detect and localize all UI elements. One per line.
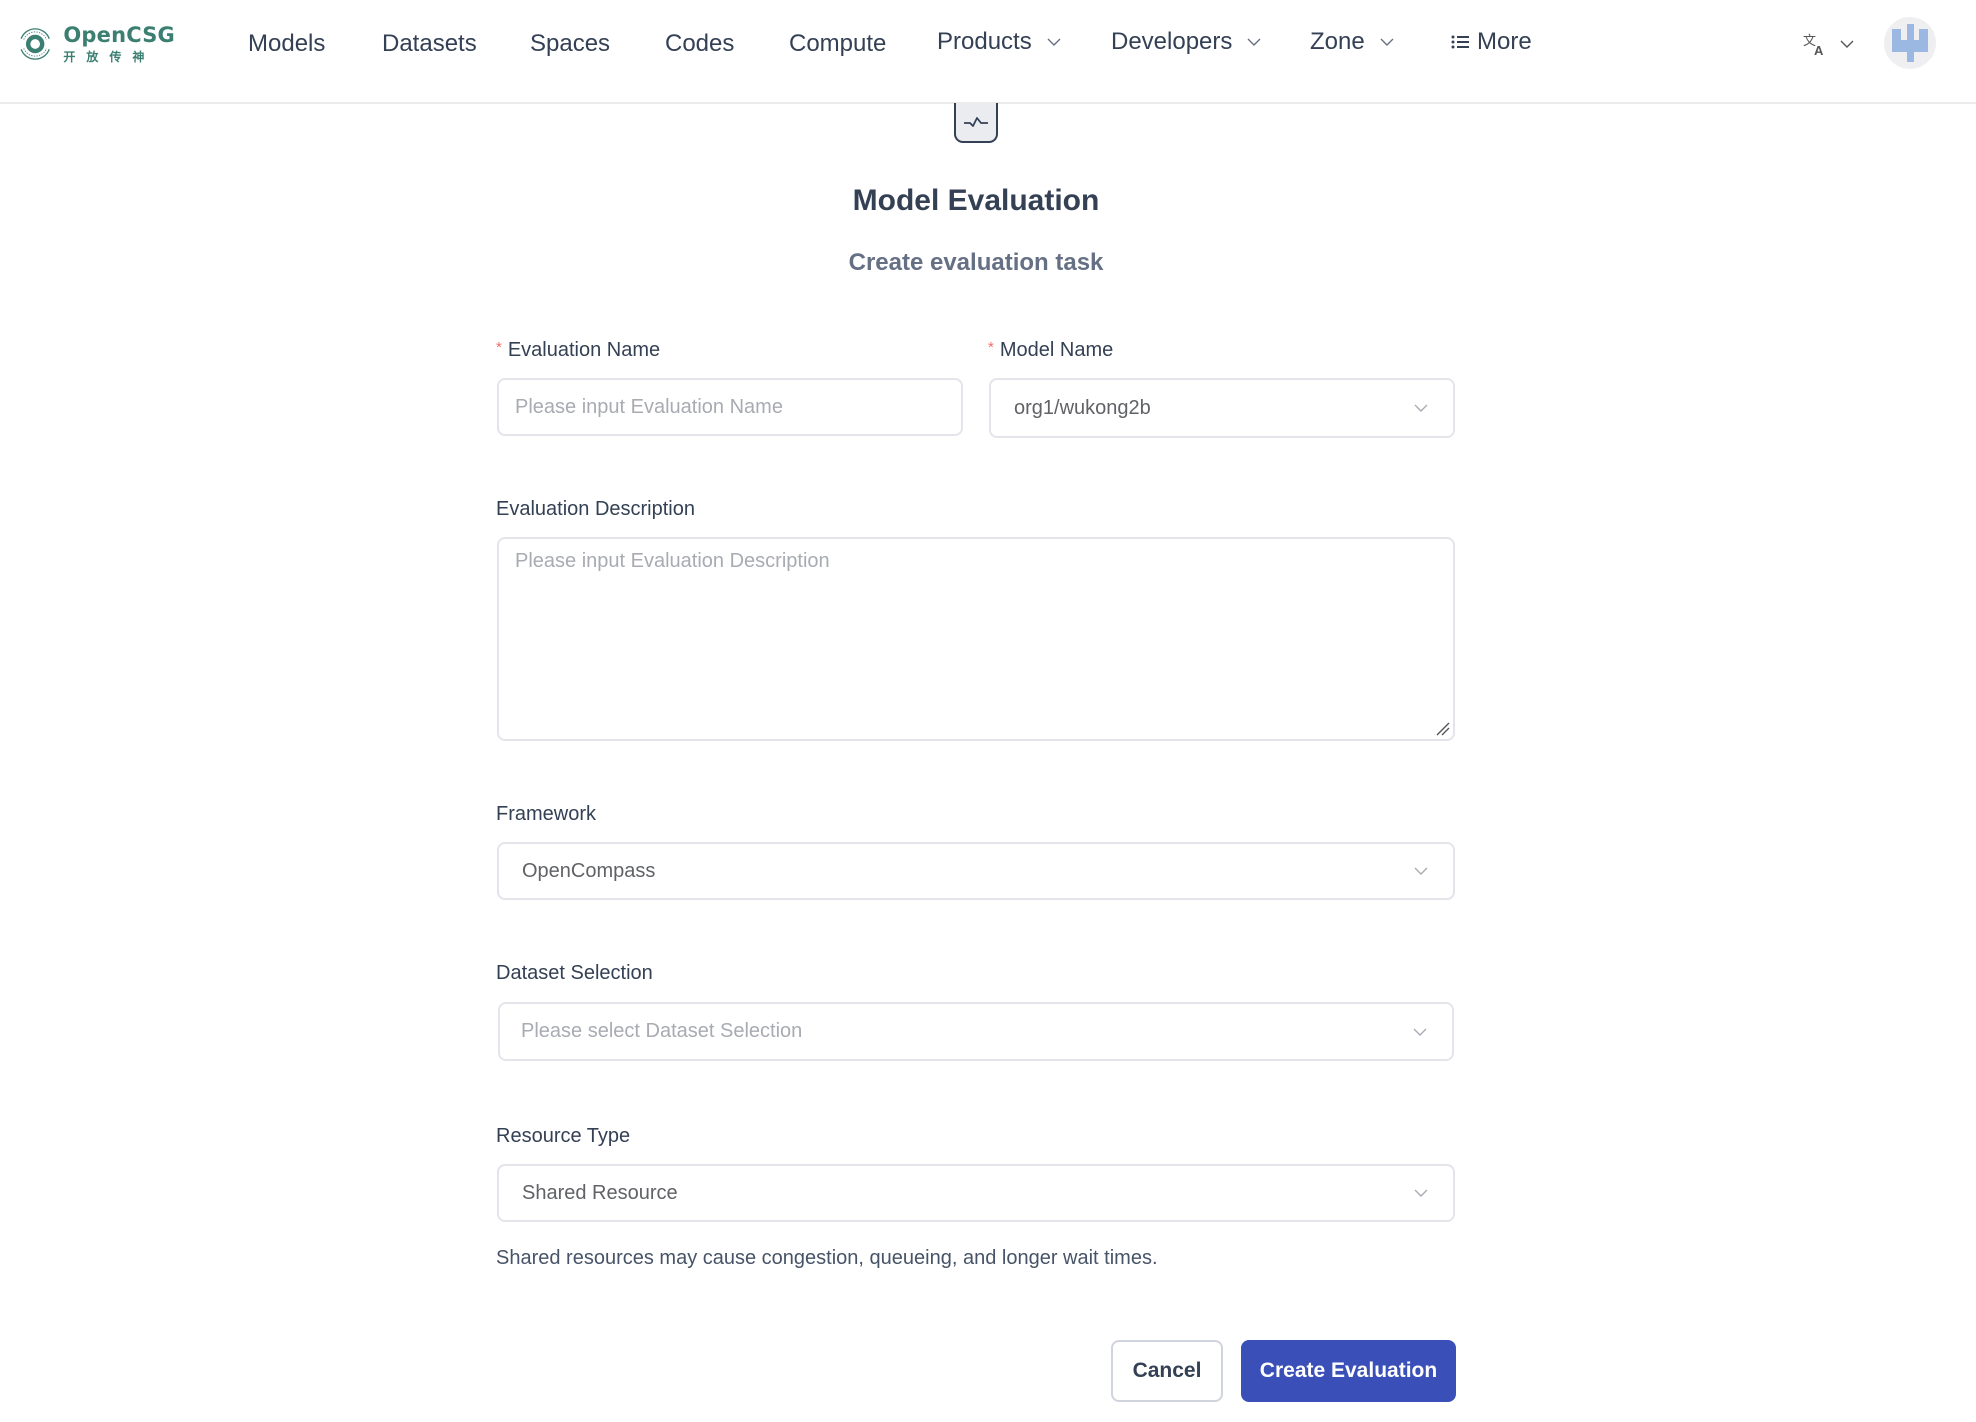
label-text: Framework bbox=[496, 803, 597, 825]
chevron-down-icon bbox=[1414, 1189, 1428, 1197]
resource-type-select[interactable]: Shared Resource bbox=[497, 1164, 1455, 1222]
logo-subtitle: 开放传神 bbox=[63, 50, 156, 64]
label-text: Evaluation Name bbox=[507, 339, 661, 361]
chevron-down-icon bbox=[1414, 867, 1428, 875]
nav-label: Zone bbox=[1310, 28, 1365, 55]
nav-label: Spaces bbox=[530, 30, 611, 57]
language-switcher[interactable]: 文 A bbox=[1803, 28, 1855, 60]
framework-label: Framework bbox=[496, 803, 596, 826]
label-text: Dataset Selection bbox=[496, 962, 653, 984]
label-text: Resource Type bbox=[496, 1125, 631, 1147]
chevron-down-icon bbox=[1413, 1028, 1427, 1036]
avatar-icon bbox=[1892, 24, 1928, 62]
nav-models[interactable]: Models bbox=[248, 26, 325, 62]
resize-handle-icon[interactable] bbox=[1434, 720, 1450, 736]
evaluation-name-input[interactable]: Please input Evaluation Name bbox=[497, 378, 963, 436]
resource-type-hint: Shared resources may cause congestion, q… bbox=[496, 1247, 1158, 1269]
page-subtitle: Create evaluation task bbox=[848, 249, 1104, 276]
select-value: Shared Resource bbox=[522, 1181, 678, 1204]
nav-more[interactable]: More bbox=[1451, 24, 1532, 60]
create-evaluation-button[interactable]: Create Evaluation bbox=[1241, 1340, 1456, 1402]
evaluation-description-label: Evaluation Description bbox=[496, 498, 695, 521]
framework-select[interactable]: OpenCompass bbox=[497, 842, 1455, 900]
user-avatar[interactable] bbox=[1884, 17, 1936, 69]
dataset-selection-label: Dataset Selection bbox=[496, 962, 653, 985]
logo-title: OpenCSG bbox=[63, 23, 175, 47]
translate-icon: 文 A bbox=[1803, 34, 1824, 56]
nav-developers[interactable]: Developers bbox=[1111, 24, 1262, 60]
nav-label: Compute bbox=[789, 30, 887, 57]
evaluation-name-label: * Evaluation Name bbox=[496, 339, 660, 362]
top-navbar: OpenCSG 开放传神 Models Datasets Spaces Code… bbox=[0, 0, 1976, 104]
label-text: Model Name bbox=[999, 339, 1114, 361]
label-text: Evaluation Description bbox=[496, 498, 695, 520]
chevron-down-icon bbox=[1247, 38, 1261, 46]
model-name-label: * Model Name bbox=[988, 339, 1113, 362]
nav-compute[interactable]: Compute bbox=[789, 26, 886, 62]
opencsg-logo[interactable]: OpenCSG 开放传神 bbox=[15, 18, 175, 70]
resource-type-label: Resource Type bbox=[496, 1125, 630, 1148]
nav-label: Codes bbox=[665, 30, 735, 57]
list-icon bbox=[1451, 35, 1469, 49]
chevron-down-icon bbox=[1047, 38, 1061, 46]
nav-label: Datasets bbox=[382, 30, 477, 57]
required-marker: * bbox=[988, 339, 994, 356]
chevron-down-icon bbox=[1414, 404, 1428, 412]
required-marker: * bbox=[496, 339, 502, 356]
page-title: Model Evaluation bbox=[852, 184, 1100, 217]
nav-label: Developers bbox=[1111, 28, 1233, 55]
nav-label: Products bbox=[937, 28, 1032, 55]
chevron-down-icon bbox=[1380, 38, 1394, 46]
svg-text:A: A bbox=[1814, 43, 1824, 56]
chevron-down-icon bbox=[1840, 40, 1854, 48]
model-name-select[interactable]: org1/wukong2b bbox=[989, 378, 1455, 438]
opencsg-logo-icon bbox=[20, 28, 50, 60]
select-value: OpenCompass bbox=[522, 859, 656, 882]
nav-spaces[interactable]: Spaces bbox=[530, 26, 610, 62]
nav-label: More bbox=[1477, 28, 1532, 55]
nav-codes[interactable]: Codes bbox=[665, 26, 734, 62]
cancel-button[interactable]: Cancel bbox=[1111, 1340, 1223, 1402]
evaluation-description-textarea[interactable]: Please input Evaluation Description bbox=[497, 537, 1455, 741]
select-value: org1/wukong2b bbox=[1014, 396, 1151, 419]
input-placeholder: Please input Evaluation Name bbox=[515, 395, 783, 418]
activity-pulse-icon bbox=[954, 103, 998, 143]
textarea-placeholder: Please input Evaluation Description bbox=[515, 550, 830, 572]
nav-products[interactable]: Products bbox=[937, 24, 1062, 60]
nav-label: Models bbox=[248, 30, 326, 57]
nav-zone[interactable]: Zone bbox=[1310, 24, 1395, 60]
dataset-selection-select[interactable]: Please select Dataset Selection bbox=[498, 1002, 1454, 1061]
select-placeholder: Please select Dataset Selection bbox=[521, 1020, 803, 1042]
nav-datasets[interactable]: Datasets bbox=[382, 26, 477, 62]
